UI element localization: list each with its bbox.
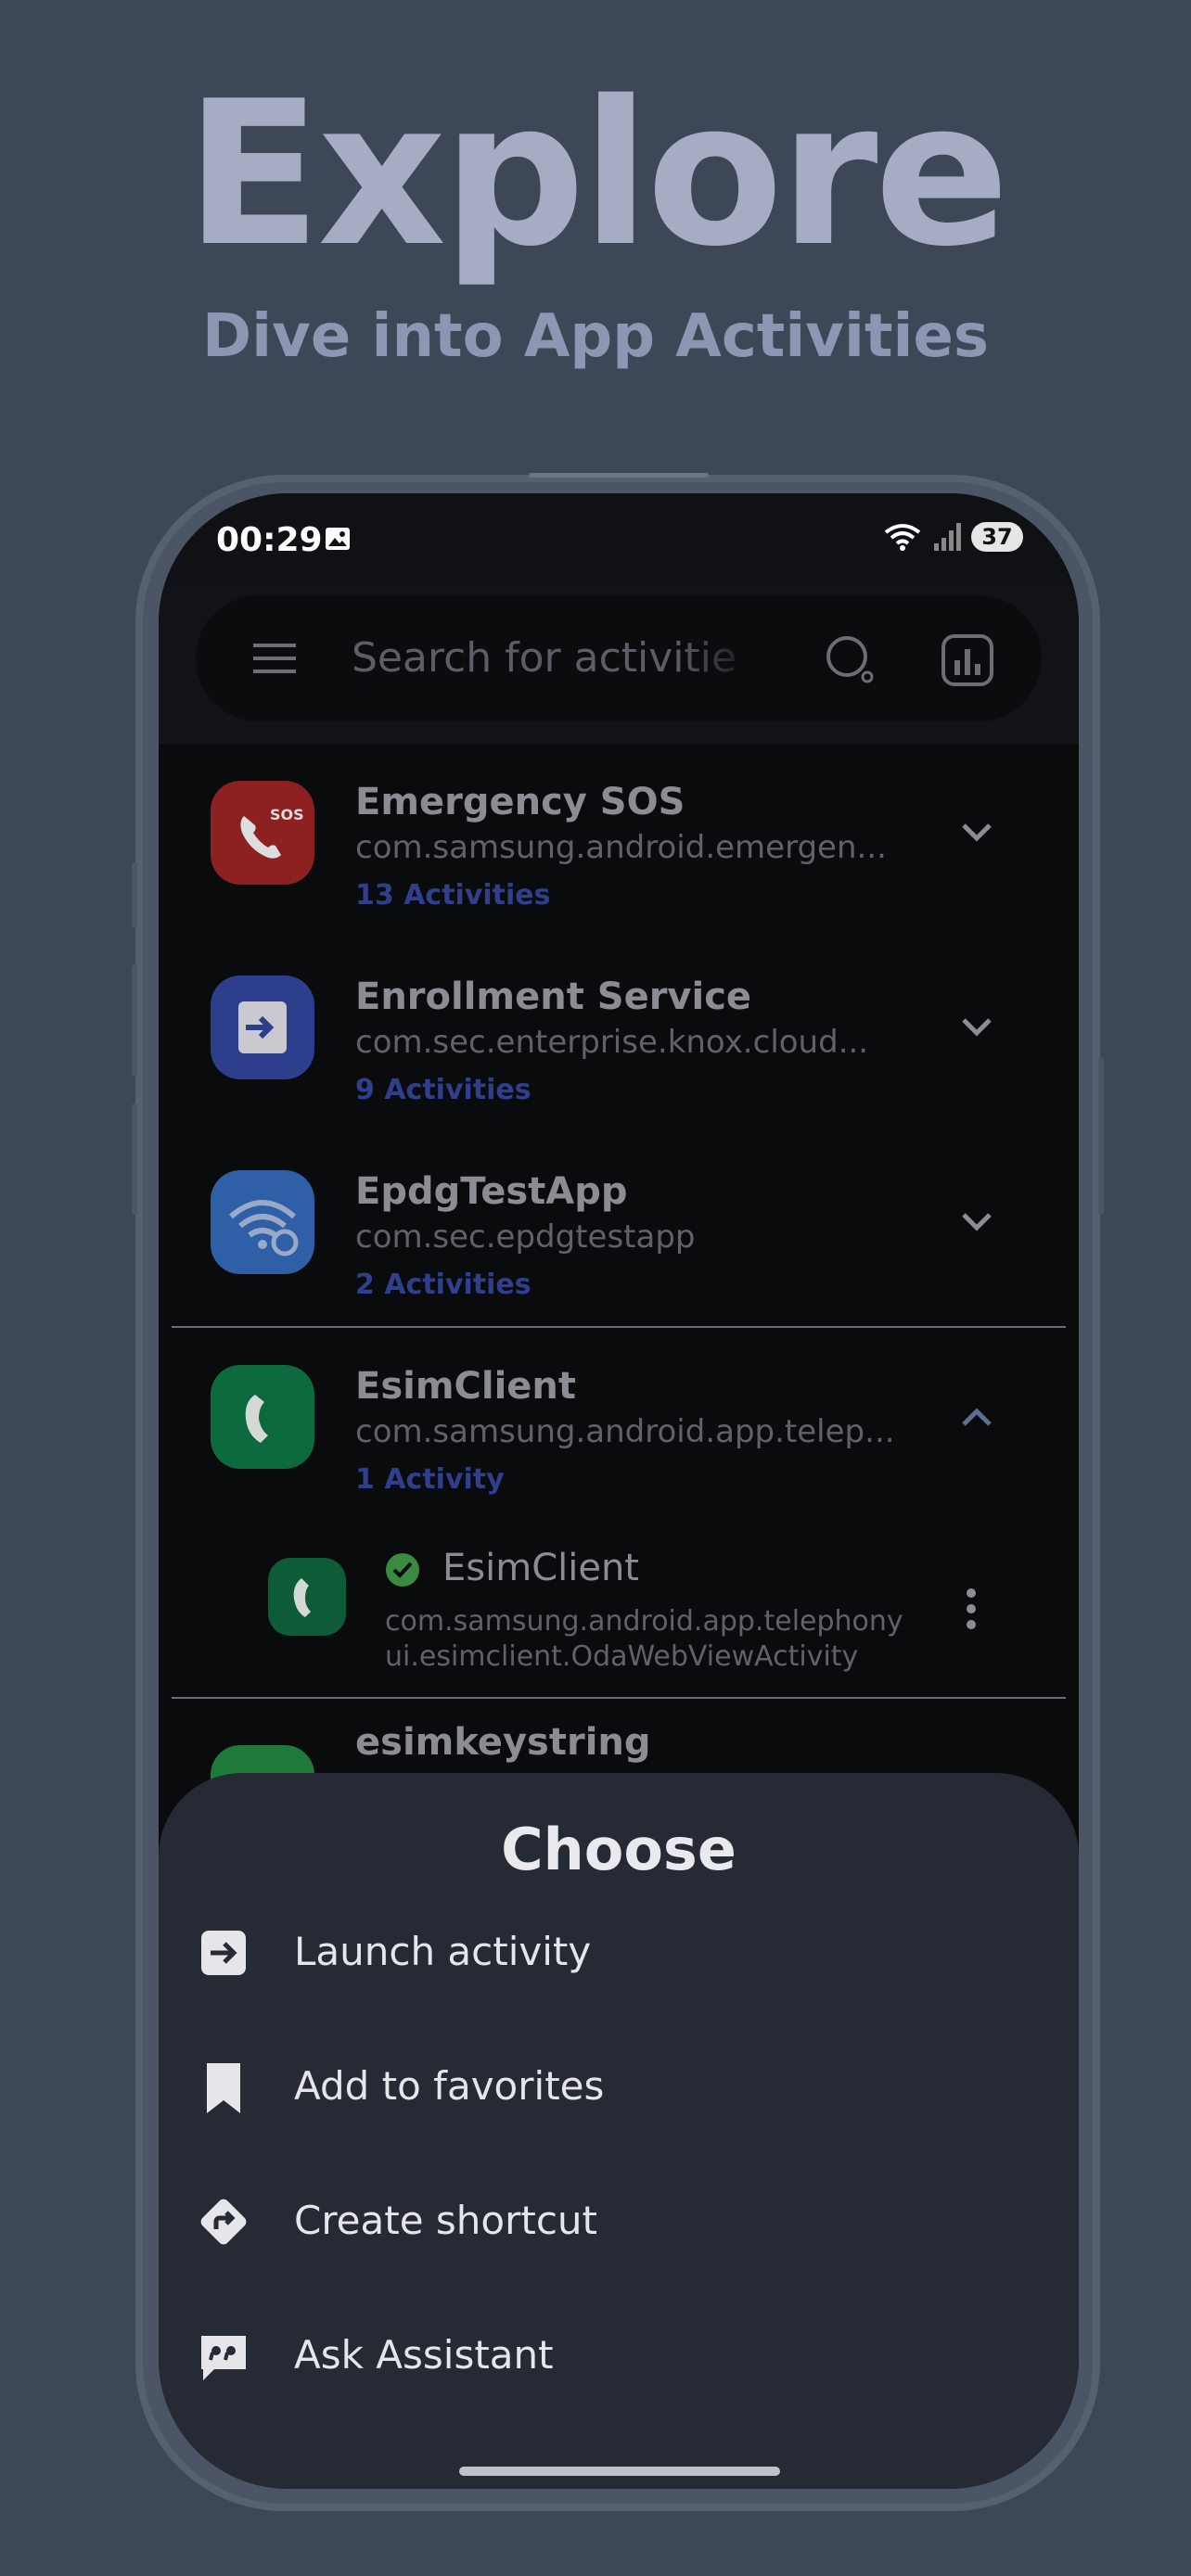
app-package: com.samsung.android.emergen... — [355, 829, 887, 866]
app-package: com.sec.enterprise.knox.cloud... — [355, 1024, 869, 1061]
launch-icon — [201, 1931, 246, 1975]
sheet-title: Choose — [501, 1816, 736, 1883]
check-circle-icon — [386, 1553, 419, 1587]
app-package: com.samsung.android.app.telep... — [355, 1413, 895, 1450]
esim-phone-icon — [211, 1365, 314, 1469]
app-name: Emergency SOS — [355, 781, 685, 823]
phone-side-button — [132, 1103, 137, 1215]
activity-item[interactable]: EsimClient com.samsung.android.app.telep… — [159, 1530, 1079, 1688]
add-favorites-option[interactable]: Add to favorites — [159, 2022, 1079, 2152]
wifi-icon — [884, 524, 921, 551]
app-package: com.sec.epdgtestapp — [355, 1218, 696, 1256]
app-name: esimkeystring — [355, 1721, 651, 1764]
app-name: Enrollment Service — [355, 976, 752, 1018]
search-input[interactable]: Search for activitie — [352, 631, 760, 686]
bookmark-icon — [207, 2063, 240, 2113]
option-label: Ask Assistant — [294, 2332, 554, 2378]
chevron-down-icon[interactable] — [958, 818, 995, 848]
battery-indicator: 37 — [971, 522, 1023, 552]
activity-package: com.samsung.android.app.telephony ui.esi… — [385, 1604, 903, 1675]
list-item[interactable]: Enrollment Service com.sec.enterprise.kn… — [159, 938, 1079, 1133]
enroll-icon — [211, 976, 314, 1079]
wifi-gear-icon — [211, 1170, 314, 1274]
phone-screen: 00:29 37 Search for activitie SOS Emerge… — [159, 493, 1079, 2489]
signal-icon — [934, 523, 961, 551]
top-app-bar: Search for activitie — [159, 586, 1079, 744]
chevron-up-icon[interactable] — [958, 1402, 995, 1432]
activity-count: 2 Activities — [355, 1269, 531, 1301]
assistant-icon — [201, 2336, 246, 2380]
status-time: 00:29 — [216, 521, 323, 559]
esim-phone-icon — [268, 1558, 346, 1636]
home-indicator[interactable] — [459, 2467, 780, 2476]
svg-text:SOS: SOS — [270, 806, 304, 823]
sos-phone-icon: SOS — [211, 781, 314, 885]
menu-icon[interactable] — [251, 640, 300, 677]
status-right: 37 — [882, 521, 1023, 553]
list-item[interactable]: EpdgTestApp com.sec.epdgtestapp 2 Activi… — [159, 1133, 1079, 1328]
activity-count: 9 Activities — [355, 1074, 531, 1106]
phone-side-button — [132, 862, 137, 927]
list-item[interactable]: EsimClient com.samsung.android.app.telep… — [159, 1328, 1079, 1523]
more-vert-icon[interactable] — [962, 1586, 980, 1632]
phone-speaker-line — [529, 473, 709, 478]
create-shortcut-option[interactable]: Create shortcut — [159, 2157, 1079, 2287]
status-bar: 00:29 37 — [159, 493, 1079, 586]
option-label: Add to favorites — [294, 2063, 605, 2109]
chevron-down-icon[interactable] — [958, 1013, 995, 1042]
launch-activity-option[interactable]: Launch activity — [159, 1888, 1079, 2018]
option-label: Launch activity — [294, 1929, 592, 1974]
bottom-sheet: Choose Launch activity Add to favorites … — [159, 1773, 1079, 2489]
activity-class-line: ui.esimclient.OdaWebViewActivity — [385, 1640, 859, 1673]
search-bar[interactable]: Search for activitie — [196, 595, 1042, 721]
chevron-down-icon[interactable] — [958, 1207, 995, 1237]
hero-title: Explore — [185, 57, 1010, 290]
stats-chart-icon[interactable] — [940, 632, 995, 688]
shortcut-icon — [200, 2199, 247, 2245]
phone-side-button — [1098, 1057, 1104, 1215]
gallery-icon — [326, 528, 350, 550]
activity-package-line: com.samsung.android.app.telephony — [385, 1605, 903, 1638]
ask-assistant-option[interactable]: Ask Assistant — [159, 2291, 1079, 2421]
activity-name: EsimClient — [442, 1547, 639, 1589]
activity-count: 1 Activity — [355, 1463, 505, 1496]
hero-subtitle: Dive into App Activities — [202, 302, 989, 371]
list-item[interactable]: SOS Emergency SOS com.samsung.android.em… — [159, 744, 1079, 938]
search-icon[interactable] — [823, 632, 878, 688]
phone-side-button — [132, 964, 137, 1076]
app-name: EsimClient — [355, 1365, 577, 1408]
option-label: Create shortcut — [294, 2198, 598, 2243]
activity-count: 13 Activities — [355, 879, 551, 912]
app-name: EpdgTestApp — [355, 1170, 628, 1213]
